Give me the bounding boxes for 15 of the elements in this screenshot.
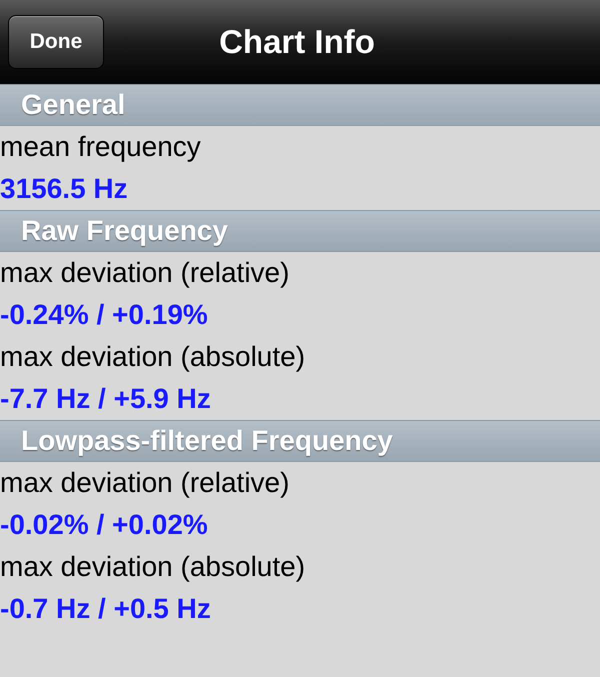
screen-title: Chart Info bbox=[219, 22, 375, 62]
info-value: -0.7 Hz / +0.5 Hz bbox=[0, 592, 212, 626]
info-label: max deviation (absolute) bbox=[0, 340, 306, 374]
info-label: mean frequency bbox=[0, 130, 202, 164]
done-button[interactable]: Done bbox=[8, 15, 104, 69]
info-value: -7.7 Hz / +5.9 Hz bbox=[0, 382, 212, 416]
section-header: Raw Frequency bbox=[0, 210, 600, 252]
info-value: -0.02% / +0.02% bbox=[0, 508, 209, 542]
info-label: max deviation (relative) bbox=[0, 256, 290, 290]
section-header: Lowpass-filtered Frequency bbox=[0, 420, 600, 462]
info-label: max deviation (relative) bbox=[0, 466, 290, 500]
info-label: max deviation (absolute) bbox=[0, 550, 306, 584]
section-header: General bbox=[0, 84, 600, 126]
info-value: 3156.5 Hz bbox=[0, 172, 129, 206]
info-value: -0.24% / +0.19% bbox=[0, 298, 209, 332]
